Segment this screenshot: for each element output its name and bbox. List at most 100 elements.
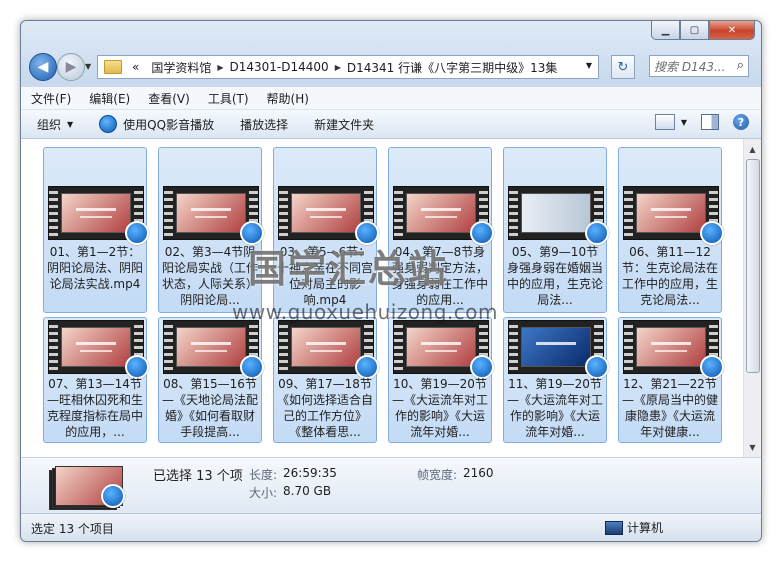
breadcrumb-item[interactable]: 国学资料馆 — [145, 59, 217, 76]
file-name: 06、第11—12节：生克论局法在工作中的应用，生克论局法... — [621, 245, 718, 307]
menu-bar: 文件(F) 编辑(E) 查看(V) 工具(T) 帮助(H) — [21, 87, 761, 110]
qq-player-icon — [585, 221, 609, 245]
menu-view[interactable]: 查看(V) — [138, 90, 198, 107]
file-item[interactable]: 12、第21—22节—《原局当中的健康隐患》《大运流年对健康... — [618, 317, 724, 443]
command-bar: 组织 ▼ 使用QQ影音播放 播放选择 新建文件夹 ▼ ? — [21, 110, 761, 139]
maximize-button[interactable]: ▢ — [680, 21, 709, 40]
file-item[interactable]: 05、第9—10节 身强身弱在婚姻当中的应用，生克论局法... — [503, 147, 609, 313]
qq-player-icon — [101, 484, 125, 508]
qq-player-icon — [700, 221, 724, 245]
qq-player-icon — [240, 221, 264, 245]
change-view-icon[interactable] — [654, 114, 675, 130]
status-text: 选定 13 个项目 — [31, 522, 114, 536]
navigation-bar: ◀ ▶ ▼ « 国学资料馆 ▶ D14301-D14400 ▶ D14341 行… — [27, 53, 755, 81]
menu-edit[interactable]: 编辑(E) — [79, 90, 138, 107]
view-options-dropdown-icon[interactable]: ▼ — [681, 118, 687, 127]
help-icon[interactable]: ? — [733, 114, 749, 130]
file-list-area: 01、第1—2节：阴阳论局法、阴阳论局法实战.mp4 02、第3—4节阴阳论局实… — [21, 139, 761, 457]
chevron-down-icon: ▼ — [67, 119, 74, 129]
scrollbar-thumb[interactable] — [746, 159, 760, 373]
refresh-button[interactable]: ↻ — [611, 55, 635, 79]
video-thumbnail — [393, 320, 494, 379]
details-pane: 已选择 13 个项 长度: 26:59:35 大小: 8.70 GB 帧宽度: … — [21, 457, 761, 514]
breadcrumb-item[interactable]: D14301-D14400 — [224, 60, 335, 74]
video-thumbnail — [278, 186, 379, 245]
file-name: 04、第7—8节身强身弱判定方法，身强身弱在工作中的应用... — [391, 245, 488, 307]
file-name: 02、第3—4节阴阳论局实战（工作状态，人际关系）阴阳论局... — [161, 245, 258, 307]
file-name: 03、第5—6节：十神六亲在不同宫位对局主的影响.mp4 — [276, 245, 373, 307]
video-thumbnail — [48, 186, 149, 245]
video-thumbnail — [508, 186, 609, 245]
breadcrumb-item[interactable]: D14341 行谦《八字第三期中级》13集 — [341, 59, 564, 76]
menu-file[interactable]: 文件(F) — [21, 90, 79, 107]
file-item[interactable]: 06、第11—12节：生克论局法在工作中的应用，生克论局法... — [618, 147, 724, 313]
explorer-window: ▁ ▢ ✕ ◀ ▶ ▼ « 国学资料馆 ▶ D14301-D14400 ▶ D1… — [20, 20, 762, 542]
address-dropdown-icon[interactable]: ▼ — [586, 61, 592, 70]
size-label: 大小: — [249, 486, 278, 500]
forward-button[interactable]: ▶ — [57, 53, 85, 81]
qq-player-icon — [99, 115, 118, 133]
folder-icon — [104, 60, 122, 74]
play-qq-label: 使用QQ影音播放 — [123, 117, 215, 132]
status-computer-label: 计算机 — [627, 521, 664, 535]
file-item[interactable]: 04、第7—8节身强身弱判定方法，身强身弱在工作中的应用... — [388, 147, 494, 313]
video-thumbnail — [508, 320, 609, 379]
new-folder-label: 新建文件夹 — [314, 117, 375, 132]
frame-width-value: 2160 — [463, 466, 494, 480]
file-name: 10、第19—20节—《大运流年对工作的影响》《大运流年对婚... — [391, 377, 488, 439]
qq-player-icon — [470, 221, 494, 245]
video-thumbnail — [163, 320, 264, 379]
back-button[interactable]: ◀ — [29, 53, 57, 81]
caption-buttons: ▁ ▢ ✕ — [651, 21, 755, 40]
recent-pages-dropdown[interactable]: ▼ — [85, 62, 91, 71]
selected-count: 已选择 13 个项 — [153, 469, 243, 484]
search-input[interactable]: 搜索 D143... ⌕ — [649, 55, 749, 77]
file-item[interactable]: 11、第19—20节—《大运流年对工作的影响》《大运流年对婚... — [503, 317, 609, 443]
computer-icon — [605, 520, 623, 535]
file-item[interactable]: 07、第13—14节—旺相休囚死和生克程度指标在局中的应用，... — [43, 317, 149, 443]
file-item[interactable]: 03、第5—6节：十神六亲在不同宫位对局主的影响.mp4 — [273, 147, 379, 313]
file-name: 11、第19—20节—《大运流年对工作的影响》《大运流年对婚... — [506, 377, 603, 439]
organize-button[interactable]: 组织 ▼ — [21, 116, 83, 133]
file-item[interactable]: 09、第17—18节《如何选择适合自己的工作方位》《整体看思... — [273, 317, 379, 443]
file-item[interactable]: 02、第3—4节阴阳论局实战（工作状态，人际关系）阴阳论局... — [158, 147, 264, 313]
video-thumbnail — [48, 320, 149, 379]
length-value: 26:59:35 — [283, 466, 337, 480]
organize-label: 组织 — [37, 117, 62, 132]
video-thumbnail — [623, 186, 724, 245]
file-name: 12、第21—22节—《原局当中的健康隐患》《大运流年对健康... — [621, 377, 718, 439]
file-name: 07、第13—14节—旺相休囚死和生克程度指标在局中的应用，... — [46, 377, 143, 439]
file-item[interactable]: 01、第1—2节：阴阳论局法、阴阳论局法实战.mp4 — [43, 147, 149, 313]
frame-width-label: 帧宽度: — [417, 468, 458, 482]
video-thumbnail — [393, 186, 494, 245]
breadcrumb-overflow[interactable]: « — [126, 60, 145, 74]
selection-thumbnail-stack — [49, 464, 125, 510]
status-location: 计算机 — [605, 519, 663, 536]
minimize-button[interactable]: ▁ — [651, 21, 680, 40]
preview-pane-icon[interactable] — [701, 114, 719, 130]
scroll-up-icon[interactable]: ▲ — [744, 141, 761, 157]
vertical-scrollbar[interactable]: ▲ ▼ — [743, 139, 761, 457]
play-qq-button[interactable]: 使用QQ影音播放 — [83, 115, 224, 133]
search-icon[interactable]: ⌕ — [737, 58, 744, 73]
search-placeholder: 搜索 D143... — [654, 59, 726, 74]
scroll-down-icon[interactable]: ▼ — [744, 439, 761, 455]
length-label: 长度: — [249, 468, 278, 482]
close-button[interactable]: ✕ — [709, 21, 755, 40]
qq-player-icon — [355, 221, 379, 245]
menu-tools[interactable]: 工具(T) — [198, 90, 257, 107]
file-name: 01、第1—2节：阴阳论局法、阴阳论局法实战.mp4 — [46, 245, 143, 291]
menu-help[interactable]: 帮助(H) — [257, 90, 317, 107]
file-name: 05、第9—10节 身强身弱在婚姻当中的应用，生克论局法... — [506, 245, 603, 307]
qq-player-icon — [125, 221, 149, 245]
address-bar[interactable]: « 国学资料馆 ▶ D14301-D14400 ▶ D14341 行谦《八字第三… — [97, 55, 599, 79]
file-item[interactable]: 10、第19—20节—《大运流年对工作的影响》《大运流年对婚... — [388, 317, 494, 443]
file-name: 09、第17—18节《如何选择适合自己的工作方位》《整体看思... — [276, 377, 373, 439]
play-selection-button[interactable]: 播放选择 — [224, 116, 298, 133]
play-selection-label: 播放选择 — [240, 117, 289, 132]
file-item[interactable]: 08、第15—16节—《天地论局法配婚》《如何看取财手段提高... — [158, 317, 264, 443]
new-folder-button[interactable]: 新建文件夹 — [298, 116, 384, 133]
video-thumbnail — [623, 320, 724, 379]
video-thumbnail — [278, 320, 379, 379]
status-bar: 选定 13 个项目 计算机 — [21, 513, 761, 541]
